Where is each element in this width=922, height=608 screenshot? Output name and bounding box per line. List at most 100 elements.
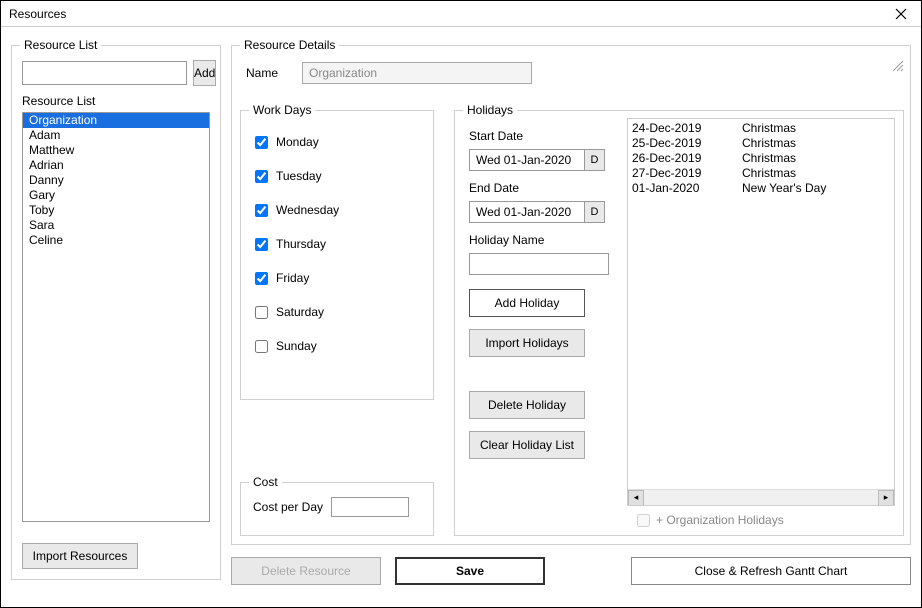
delete-holiday-button[interactable]: Delete Holiday [469, 391, 585, 419]
workday-label: Friday [276, 271, 309, 285]
resource-listbox[interactable]: OrganizationAdamMatthewAdrianDannyGaryTo… [22, 112, 210, 522]
resource-details-legend: Resource Details [240, 38, 339, 52]
holiday-date: 26-Dec-2019 [632, 151, 742, 166]
list-item[interactable]: Adam [23, 128, 209, 143]
workdays-group: Work Days MondayTuesdayWednesdayThursday… [240, 110, 434, 400]
resource-details-group: Resource Details Name Work Days MondayTu… [231, 45, 911, 545]
workday-label: Wednesday [276, 203, 339, 217]
name-row: Name [246, 62, 532, 84]
holiday-item[interactable]: 24-Dec-2019Christmas [632, 121, 890, 136]
window-title: Resources [9, 7, 66, 21]
holiday-item[interactable]: 27-Dec-2019Christmas [632, 166, 890, 181]
holiday-name: Christmas [742, 151, 796, 166]
holiday-date: 24-Dec-2019 [632, 121, 742, 136]
list-item[interactable]: Danny [23, 173, 209, 188]
holidays-controls: Start Date D End Date D Holiday Name Add… [469, 125, 621, 459]
import-holidays-button[interactable]: Import Holidays [469, 329, 585, 357]
org-holidays-row: + Organization Holidays [637, 513, 784, 527]
resize-grip-icon[interactable] [890, 58, 904, 72]
start-date-label: Start Date [469, 129, 621, 143]
cost-label: Cost per Day [253, 500, 323, 514]
end-date-picker-button[interactable]: D [585, 201, 605, 223]
resource-list-legend: Resource List [20, 38, 101, 52]
scroll-right-arrow-icon[interactable]: ▸ [878, 490, 894, 506]
workday-label: Sunday [276, 339, 317, 353]
workday-checkbox[interactable] [255, 136, 268, 149]
holiday-name: Christmas [742, 166, 796, 181]
name-input[interactable] [302, 62, 532, 84]
resource-add-row: Add [22, 60, 210, 86]
workday-checkbox[interactable] [255, 170, 268, 183]
holiday-name: New Year's Day [742, 181, 826, 196]
holiday-name-label: Holiday Name [469, 233, 621, 247]
end-date-input[interactable] [469, 201, 585, 223]
list-item[interactable]: Organization [23, 113, 209, 128]
list-item[interactable]: Celine [23, 233, 209, 248]
content-area: Resource List Add Resource List Organiza… [11, 33, 911, 597]
name-label: Name [246, 66, 292, 80]
holiday-date: 27-Dec-2019 [632, 166, 742, 181]
list-item[interactable]: Gary [23, 188, 209, 203]
titlebar: Resources [1, 1, 921, 27]
workday-row[interactable]: Tuesday [255, 159, 423, 193]
bottom-button-row: Delete Resource Save Close & Refresh Gan… [231, 557, 911, 585]
save-button[interactable]: Save [395, 557, 545, 585]
cost-input[interactable] [331, 497, 409, 517]
workdays-checklist: Monday Tuesday Wednesday Thursday Friday Satu… [255, 125, 423, 363]
add-resource-button[interactable]: Add [193, 60, 216, 86]
holiday-date: 25-Dec-2019 [632, 136, 742, 151]
holiday-date: 01-Jan-2020 [632, 181, 742, 196]
holiday-name: Christmas [742, 136, 796, 151]
holiday-item[interactable]: 25-Dec-2019Christmas [632, 136, 890, 151]
org-holidays-label: + Organization Holidays [656, 513, 784, 527]
delete-resource-button: Delete Resource [231, 557, 381, 585]
holiday-name-input[interactable] [469, 253, 609, 275]
workday-row[interactable]: Thursday [255, 227, 423, 261]
workday-label: Monday [276, 135, 319, 149]
workday-checkbox[interactable] [255, 306, 268, 319]
close-icon [895, 8, 907, 20]
holiday-name: Christmas [742, 121, 796, 136]
workdays-legend: Work Days [249, 103, 315, 117]
org-holidays-checkbox [637, 514, 650, 527]
cost-group: Cost Cost per Day [240, 482, 434, 536]
workday-row[interactable]: Friday [255, 261, 423, 295]
list-item[interactable]: Matthew [23, 143, 209, 158]
end-date-label: End Date [469, 181, 621, 195]
workday-label: Tuesday [276, 169, 322, 183]
workday-checkbox[interactable] [255, 238, 268, 251]
cost-row: Cost per Day [253, 497, 409, 517]
workday-label: Thursday [276, 237, 326, 251]
list-item[interactable]: Sara [23, 218, 209, 233]
resource-list-label: Resource List [22, 94, 95, 108]
workday-checkbox[interactable] [255, 340, 268, 353]
holidays-listbox[interactable]: 24-Dec-2019Christmas25-Dec-2019Christmas… [627, 118, 895, 506]
cost-legend: Cost [249, 475, 282, 489]
workday-row[interactable]: Monday [255, 125, 423, 159]
workday-checkbox[interactable] [255, 204, 268, 217]
holiday-item[interactable]: 26-Dec-2019Christmas [632, 151, 890, 166]
workday-row[interactable]: Saturday [255, 295, 423, 329]
workday-row[interactable]: Sunday [255, 329, 423, 363]
resource-list-group: Resource List Add Resource List Organiza… [11, 45, 221, 580]
close-button[interactable] [887, 4, 915, 24]
add-holiday-button[interactable]: Add Holiday [469, 289, 585, 317]
holidays-list-content: 24-Dec-2019Christmas25-Dec-2019Christmas… [628, 119, 894, 489]
holidays-horizontal-scrollbar[interactable]: ◂ ▸ [628, 489, 894, 505]
workday-checkbox[interactable] [255, 272, 268, 285]
workday-label: Saturday [276, 305, 324, 319]
clear-holiday-list-button[interactable]: Clear Holiday List [469, 431, 585, 459]
holiday-item[interactable]: 01-Jan-2020New Year's Day [632, 181, 890, 196]
holidays-legend: Holidays [463, 103, 517, 117]
list-item[interactable]: Toby [23, 203, 209, 218]
workday-row[interactable]: Wednesday [255, 193, 423, 227]
list-item[interactable]: Adrian [23, 158, 209, 173]
start-date-picker-button[interactable]: D [585, 149, 605, 171]
close-refresh-button[interactable]: Close & Refresh Gantt Chart [631, 557, 911, 585]
holidays-group: Holidays Start Date D End Date D Holiday… [454, 110, 904, 536]
scroll-left-arrow-icon[interactable]: ◂ [628, 490, 644, 506]
resources-window: Resources Resource List Add Resource Lis… [0, 0, 922, 608]
import-resources-button[interactable]: Import Resources [22, 543, 138, 569]
resource-name-input[interactable] [22, 61, 187, 85]
start-date-input[interactable] [469, 149, 585, 171]
